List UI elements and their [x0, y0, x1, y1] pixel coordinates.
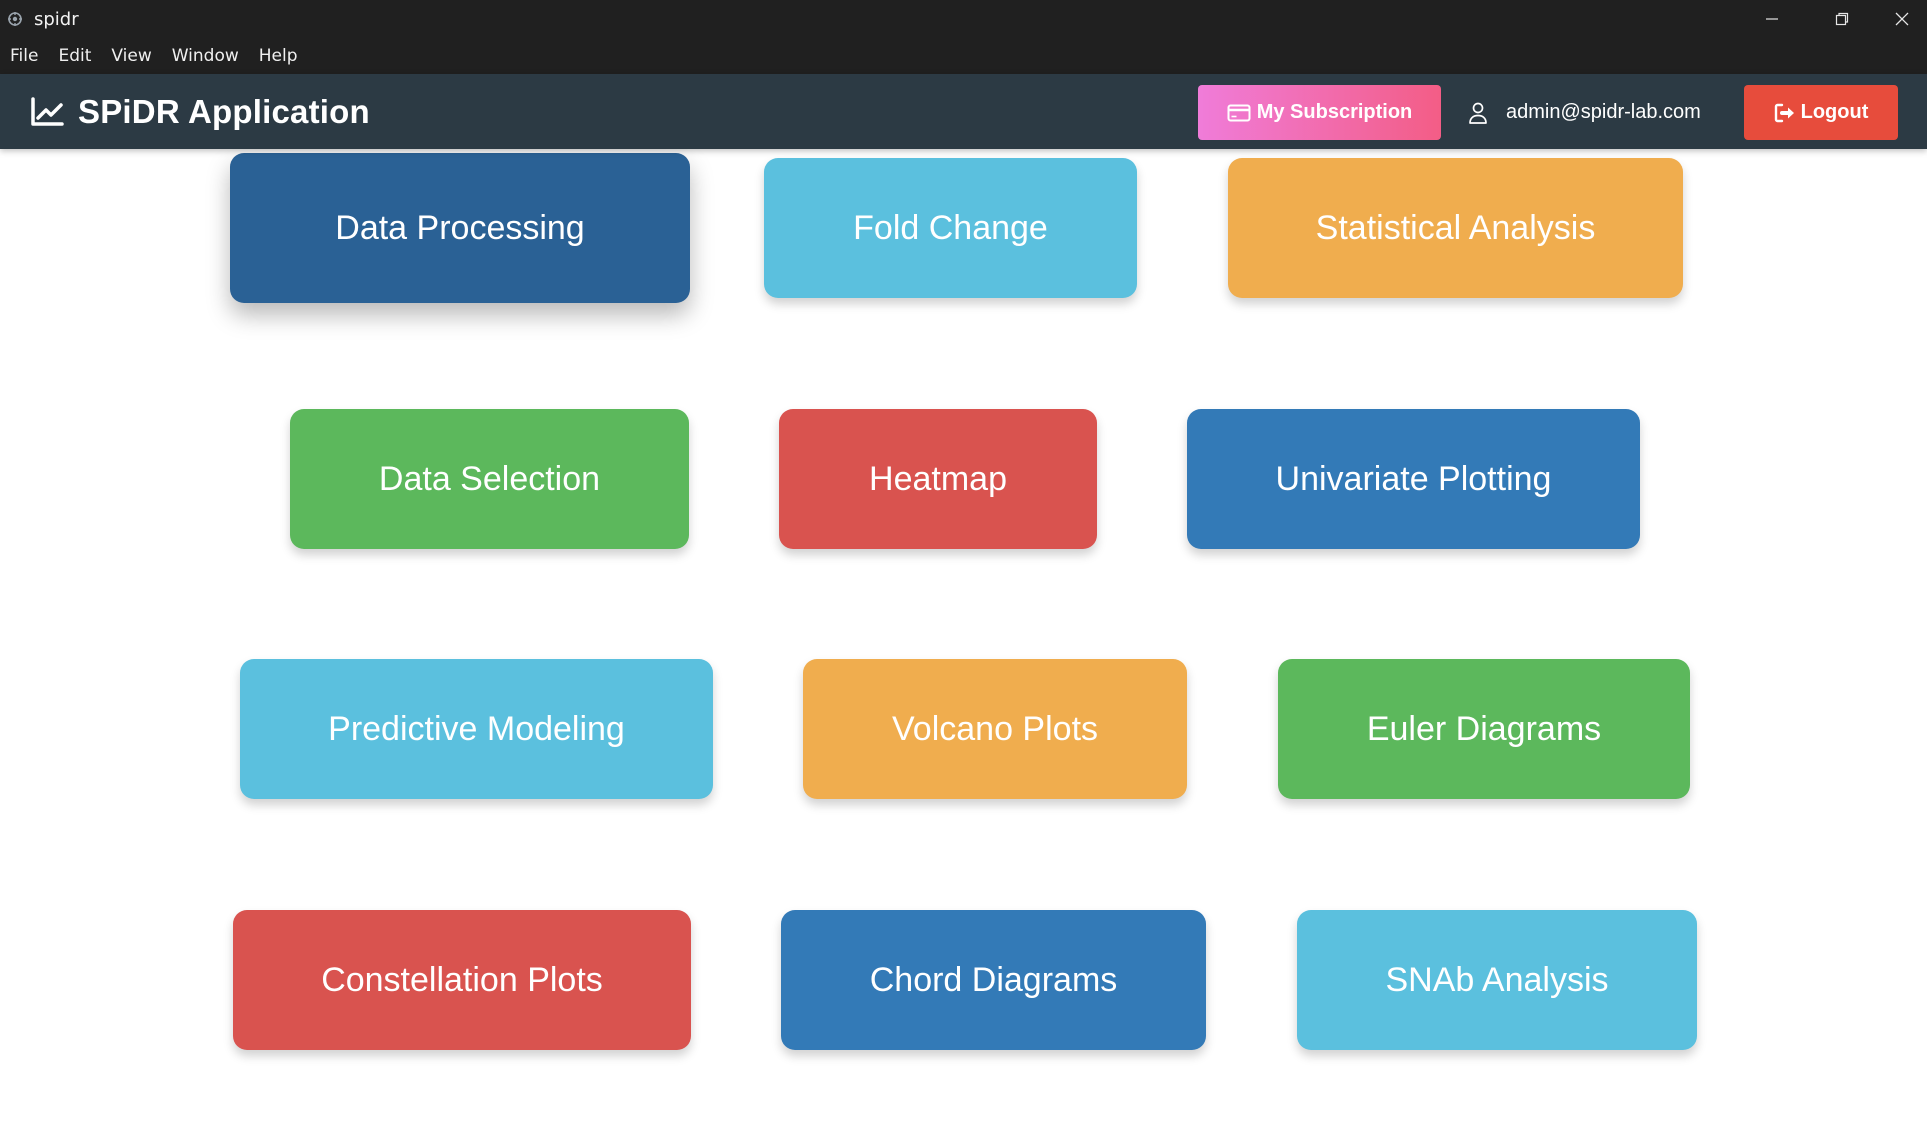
minimize-button[interactable] [1737, 0, 1807, 38]
module-statistical-analysis[interactable]: Statistical Analysis [1228, 158, 1683, 298]
app-icon [6, 10, 24, 28]
module-snab-analysis[interactable]: SNAb Analysis [1297, 910, 1697, 1050]
logout-label: Logout [1800, 101, 1869, 123]
module-constellation-plots[interactable]: Constellation Plots [233, 910, 691, 1050]
menu-help[interactable]: Help [259, 46, 298, 66]
user-icon [1468, 102, 1488, 124]
close-button[interactable] [1877, 0, 1927, 38]
module-volcano-plots[interactable]: Volcano Plots [803, 659, 1187, 799]
module-data-selection[interactable]: Data Selection [290, 409, 689, 549]
my-subscription-label: My Subscription [1256, 101, 1413, 123]
module-data-processing[interactable]: Data Processing [230, 153, 690, 303]
module-fold-change[interactable]: Fold Change [764, 158, 1137, 298]
credit-card-icon [1227, 104, 1251, 122]
close-icon [1895, 12, 1909, 26]
window-titlebar: spidr [0, 0, 1927, 38]
module-heatmap[interactable]: Heatmap [779, 409, 1097, 549]
brand[interactable]: SPiDR Application [30, 93, 370, 131]
logout-button[interactable]: Logout [1744, 85, 1898, 140]
menu-file[interactable]: File [10, 46, 38, 66]
restore-icon [1835, 12, 1849, 26]
minimize-icon [1766, 18, 1778, 20]
user-email: admin@spidr-lab.com [1506, 101, 1701, 123]
window-title: spidr [34, 8, 79, 30]
module-univariate-plotting[interactable]: Univariate Plotting [1187, 409, 1640, 549]
user-info: admin@spidr-lab.com [1468, 85, 1701, 140]
module-predictive-modeling[interactable]: Predictive Modeling [240, 659, 713, 799]
menu-edit[interactable]: Edit [58, 46, 91, 66]
app-title: SPiDR Application [78, 92, 370, 130]
line-chart-icon [30, 96, 64, 127]
menu-bar: File Edit View Window Help [0, 38, 1927, 74]
menu-view[interactable]: View [111, 46, 151, 66]
menu-window[interactable]: Window [172, 46, 239, 66]
my-subscription-button[interactable]: My Subscription [1198, 85, 1441, 140]
module-euler-diagrams[interactable]: Euler Diagrams [1278, 659, 1690, 799]
app-header: SPiDR Application My Subscription admin@… [0, 74, 1927, 149]
restore-button[interactable] [1807, 0, 1877, 38]
module-chord-diagrams[interactable]: Chord Diagrams [781, 910, 1206, 1050]
sign-out-icon [1774, 103, 1796, 123]
